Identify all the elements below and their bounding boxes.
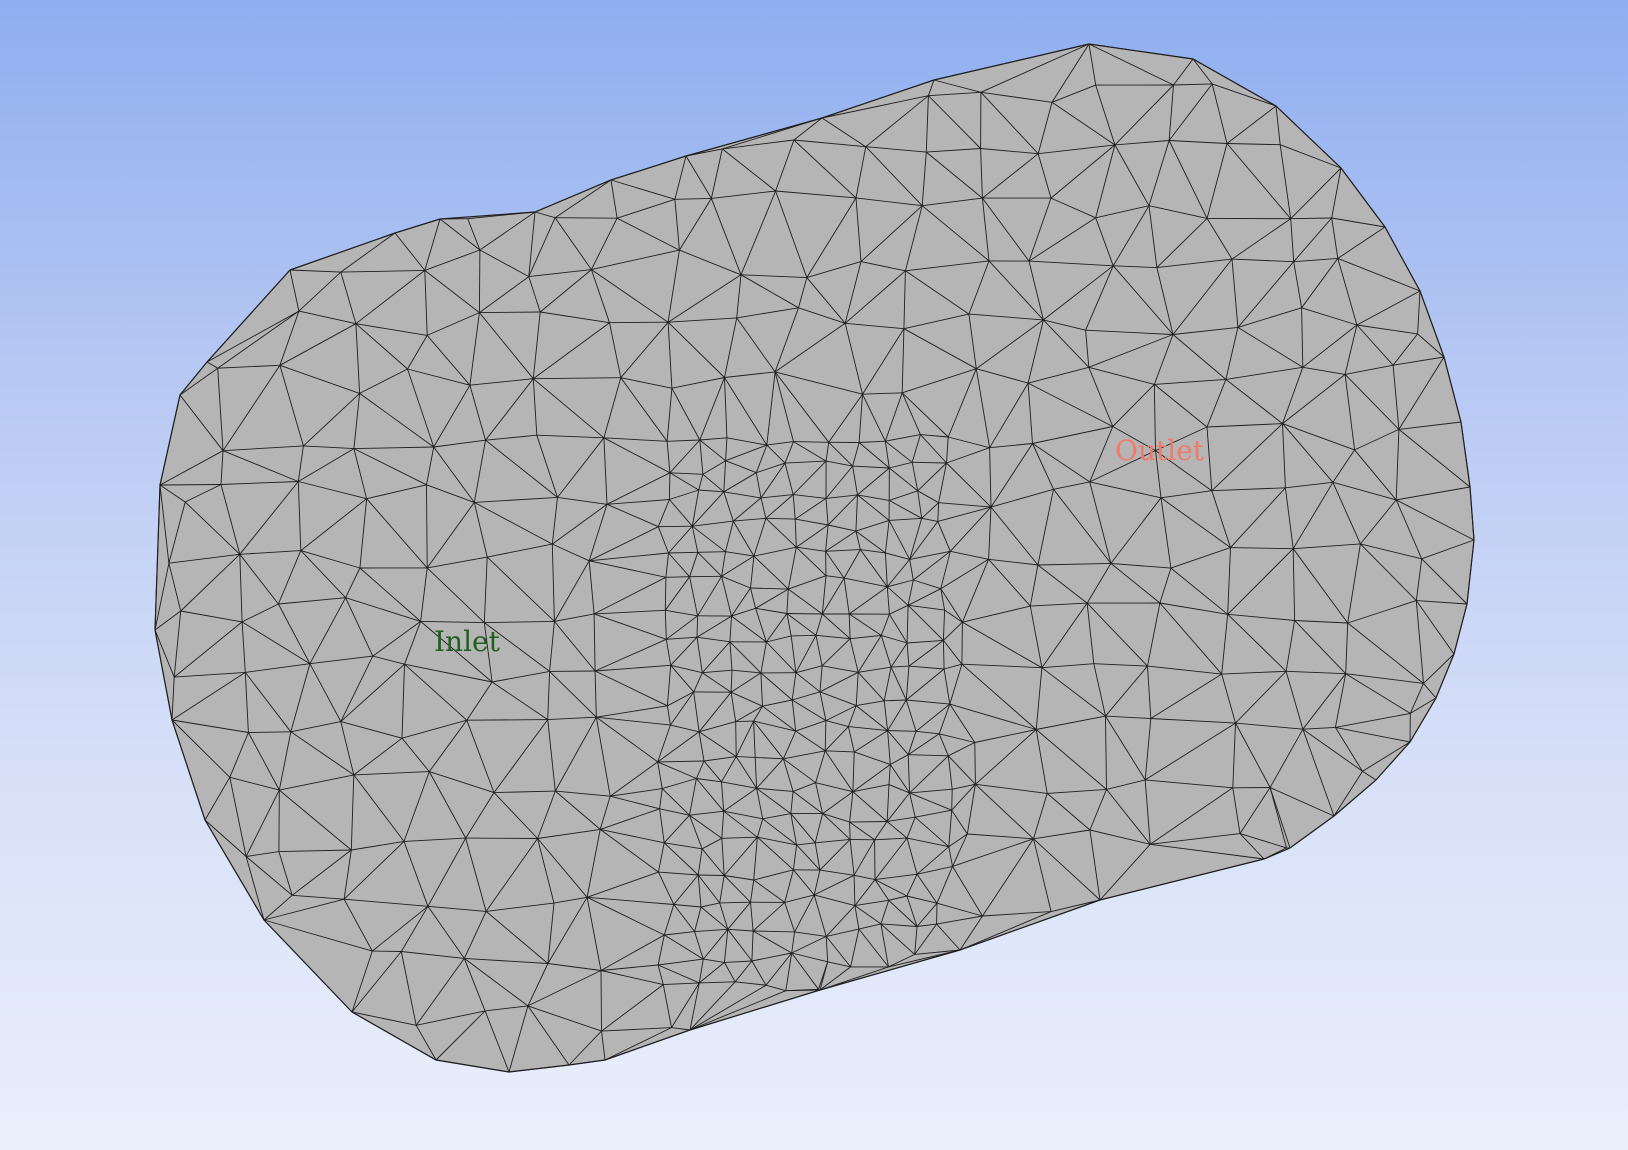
mesh-edge bbox=[951, 789, 953, 811]
outlet-boundary-label: Outlet bbox=[1115, 434, 1205, 467]
mesh-edge bbox=[664, 577, 667, 611]
mesh-edge bbox=[478, 249, 481, 313]
inlet-boundary-label: Inlet bbox=[434, 625, 500, 658]
mesh-edge bbox=[600, 970, 602, 1032]
mesh-edge bbox=[791, 634, 817, 637]
mesh-edge bbox=[849, 822, 851, 840]
mesh-edge bbox=[961, 622, 963, 665]
mesh-edge bbox=[658, 525, 693, 528]
mesh-edge bbox=[786, 613, 823, 615]
mesh-edge bbox=[735, 721, 737, 757]
mesh-edge bbox=[609, 321, 669, 324]
mesh-edge bbox=[668, 472, 671, 500]
mesh-edge bbox=[735, 720, 754, 723]
mesh-edge bbox=[555, 217, 618, 219]
mesh-edge bbox=[697, 551, 726, 553]
cylinder-mesh[interactable] bbox=[0, 0, 1628, 1150]
mesh-edge bbox=[696, 615, 699, 638]
mesh-body bbox=[154, 43, 1475, 1073]
mesh-edge bbox=[159, 484, 222, 486]
3d-viewport[interactable]: Inlet Outlet bbox=[0, 0, 1628, 1150]
mesh-edge bbox=[849, 821, 888, 823]
mesh-edge bbox=[479, 311, 541, 314]
mesh-edge bbox=[974, 742, 976, 785]
mesh-edge bbox=[665, 576, 690, 578]
cylinder-silhouette bbox=[154, 43, 1475, 1073]
mesh-edge bbox=[698, 874, 725, 876]
mesh-edge bbox=[466, 719, 548, 721]
